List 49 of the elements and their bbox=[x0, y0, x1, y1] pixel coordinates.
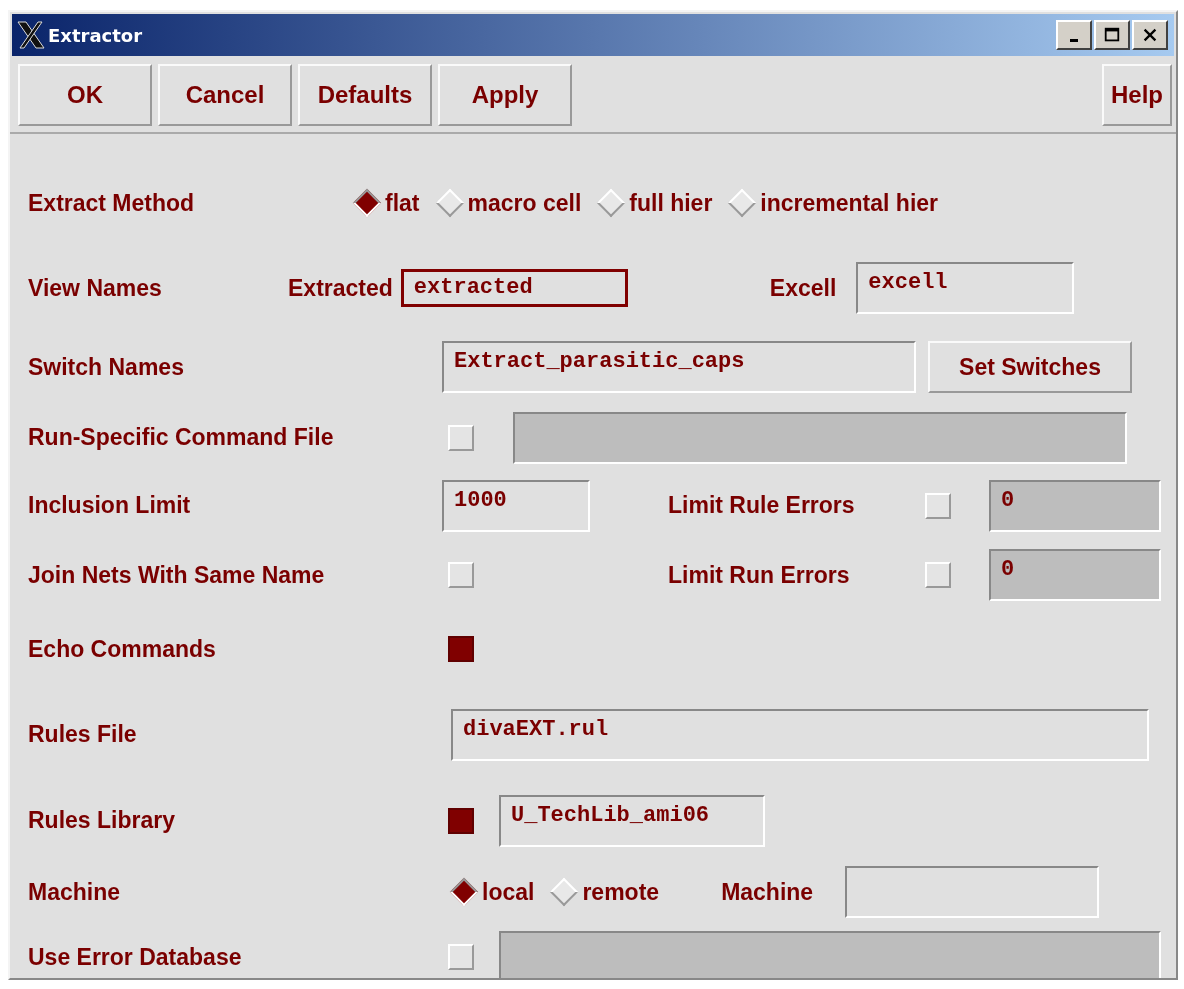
close-button[interactable] bbox=[1132, 20, 1168, 50]
radio-option[interactable]: local bbox=[448, 878, 535, 906]
dialog-button[interactable]: Defaults bbox=[298, 64, 432, 126]
field-label: Extract Method bbox=[28, 189, 196, 217]
maximize-button[interactable] bbox=[1094, 20, 1130, 50]
field-label: Machine bbox=[28, 878, 122, 906]
field-label: View Names bbox=[28, 274, 163, 302]
minimize-icon bbox=[1070, 38, 1078, 42]
radio-option[interactable]: remote bbox=[548, 878, 660, 906]
radio-option[interactable]: incremental hier bbox=[726, 189, 939, 217]
field-label: Extracted bbox=[288, 274, 393, 302]
field-label: Limit Rule Errors bbox=[668, 492, 856, 519]
text-field[interactable] bbox=[499, 931, 1161, 978]
checkbox[interactable] bbox=[448, 807, 474, 834]
field-label: Run-Specific Command File bbox=[28, 424, 335, 451]
radio-option[interactable]: macro cell bbox=[433, 189, 582, 217]
close-icon bbox=[1141, 26, 1159, 44]
field-label: Machine bbox=[721, 878, 814, 906]
field-label: Switch Names bbox=[28, 353, 185, 381]
field-label: Inclusion Limit bbox=[28, 492, 192, 519]
field-label: Rules Library bbox=[28, 807, 176, 834]
radio-option[interactable]: flat bbox=[351, 189, 420, 217]
text-field[interactable]: extracted bbox=[400, 269, 628, 307]
help-button[interactable]: Help bbox=[1102, 64, 1172, 126]
set-switches-button[interactable]: Set Switches bbox=[928, 341, 1132, 393]
dialog-button[interactable]: Cancel bbox=[158, 64, 292, 126]
text-field[interactable]: Extract_parasitic_caps bbox=[442, 341, 916, 393]
dialog-button[interactable]: OK bbox=[18, 64, 152, 126]
field-label: Rules File bbox=[28, 721, 138, 748]
maximize-icon bbox=[1103, 26, 1121, 44]
field-label: Limit Run Errors bbox=[668, 561, 851, 589]
dialog-button[interactable]: Apply bbox=[438, 64, 572, 126]
text-field[interactable]: excell bbox=[856, 262, 1075, 314]
minimize-button[interactable] bbox=[1056, 20, 1092, 50]
text-field[interactable] bbox=[513, 411, 1127, 464]
window-title: Extractor bbox=[48, 24, 143, 46]
checkbox[interactable] bbox=[448, 636, 474, 662]
x-logo-icon bbox=[16, 20, 46, 50]
field-label: Echo Commands bbox=[28, 635, 217, 663]
field-label: Join Nets With Same Name bbox=[28, 561, 326, 589]
text-field[interactable]: 1000 bbox=[442, 479, 590, 532]
text-field[interactable]: U_TechLib_ami06 bbox=[499, 794, 765, 847]
field-label: Excell bbox=[769, 274, 837, 302]
text-field[interactable]: divaEXT.rul bbox=[451, 708, 1149, 761]
field-label: Use Error Database bbox=[28, 943, 243, 971]
text-field[interactable] bbox=[845, 866, 1100, 918]
text-field[interactable]: 0 bbox=[989, 549, 1161, 601]
text-field[interactable]: 0 bbox=[989, 479, 1161, 532]
radio-option[interactable]: full hier bbox=[595, 189, 713, 217]
